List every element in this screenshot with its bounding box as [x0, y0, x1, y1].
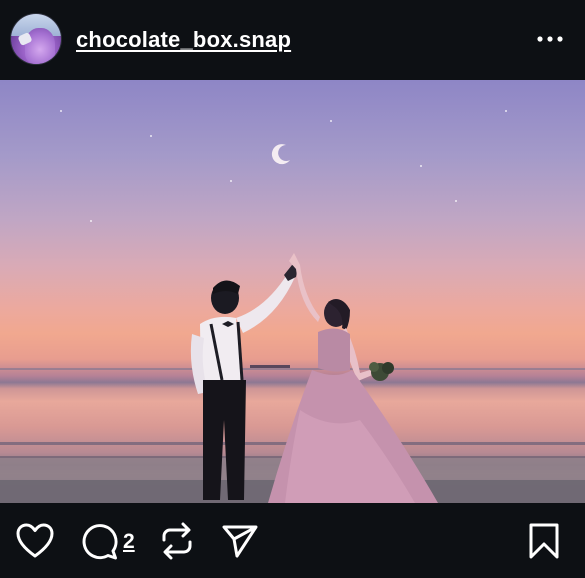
post-card: chocolate_box.snap 2	[0, 0, 585, 578]
boat	[250, 365, 290, 368]
send-icon[interactable]	[221, 523, 259, 559]
heart-icon[interactable]	[16, 523, 54, 559]
moon	[271, 144, 290, 165]
avatar[interactable]	[11, 14, 61, 64]
username-link[interactable]: chocolate_box.snap	[76, 27, 291, 53]
bride-silhouette	[268, 253, 438, 503]
repost-icon[interactable]	[159, 522, 195, 560]
post-header: chocolate_box.snap	[0, 0, 585, 80]
comment-icon[interactable]	[80, 522, 118, 560]
comment-count[interactable]: 2	[123, 530, 135, 554]
water-line	[0, 368, 585, 370]
action-bar: 2	[0, 503, 585, 578]
photo-scene	[0, 144, 585, 503]
avatar-dress	[25, 28, 55, 64]
bookmark-icon[interactable]	[527, 522, 561, 560]
post-photo[interactable]	[0, 80, 585, 503]
more-options-icon[interactable]	[534, 30, 566, 48]
